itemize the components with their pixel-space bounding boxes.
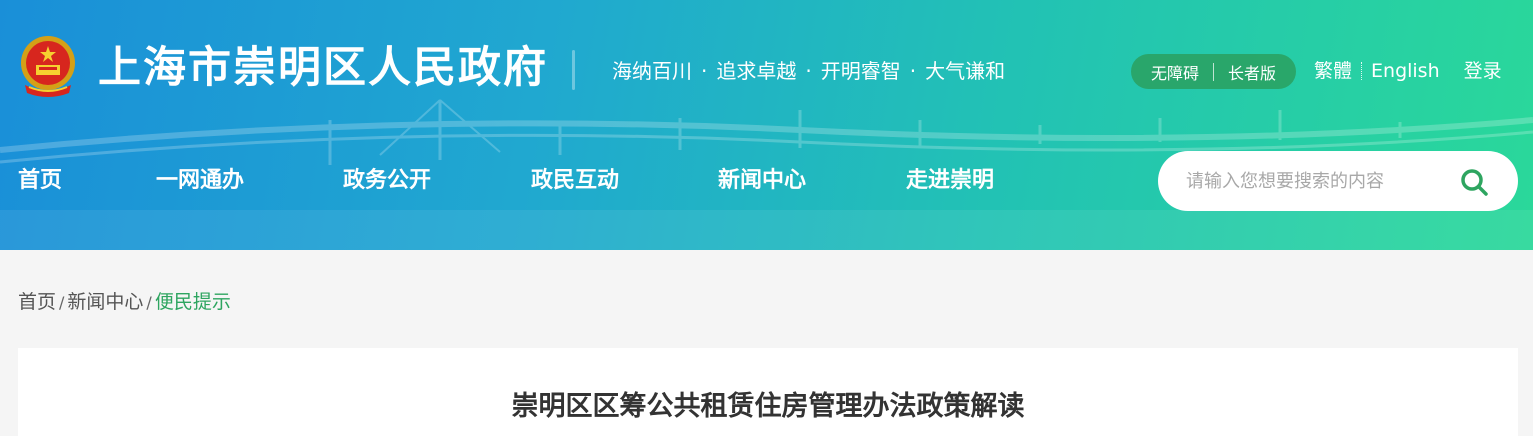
breadcrumb-separator: /	[59, 293, 65, 312]
breadcrumb-current[interactable]: 便民提示	[155, 291, 231, 313]
slogan-phrase: 追求卓越	[716, 59, 797, 83]
national-emblem-icon	[21, 36, 75, 97]
slogan: 海纳百川 · 追求卓越 · 开明睿智 · 大气谦和	[612, 57, 1005, 85]
elder-mode-link[interactable]: 长者版	[1228, 60, 1276, 84]
title-divider	[572, 50, 575, 90]
nav-item-home[interactable]: 首页	[18, 165, 156, 197]
slogan-phrase: 大气谦和	[925, 59, 1006, 83]
login-link[interactable]: 登录	[1464, 58, 1502, 84]
article-card: 崇明区区筹公共租赁住房管理办法政策解读	[18, 348, 1518, 436]
english-link[interactable]: English	[1371, 58, 1440, 84]
nav-item-government-affairs[interactable]: 政务公开	[343, 165, 531, 197]
nav-item-one-stop-service[interactable]: 一网通办	[156, 165, 343, 197]
search-input[interactable]	[1186, 168, 1446, 194]
nav-item-about-chongming[interactable]: 走进崇明	[906, 165, 994, 197]
link-divider	[1361, 62, 1363, 80]
article-title: 崇明区区筹公共租赁住房管理办法政策解读	[511, 391, 1025, 422]
accessibility-link[interactable]: 无障碍	[1151, 60, 1199, 84]
main-nav: 首页 一网通办 政务公开 政民互动 新闻中心 走进崇明	[18, 165, 994, 197]
search-icon[interactable]	[1458, 166, 1490, 198]
pill-divider	[1213, 62, 1214, 81]
accessibility-pill: 无障碍 长者版	[1131, 54, 1296, 89]
nav-item-interaction[interactable]: 政民互动	[531, 165, 718, 197]
slogan-phrase: 开明睿智	[820, 59, 901, 83]
nav-item-news-center[interactable]: 新闻中心	[718, 165, 906, 197]
site-title[interactable]: 上海市崇明区人民政府	[98, 40, 548, 96]
breadcrumb-item-home[interactable]: 首页	[18, 291, 56, 313]
breadcrumb-separator: /	[146, 293, 152, 312]
slogan-dot: ·	[909, 59, 917, 83]
slogan-dot: ·	[805, 59, 812, 83]
site-header: 上海市崇明区人民政府 海纳百川 · 追求卓越 · 开明睿智 · 大气谦和 无障碍 长者版 繁…	[0, 0, 1533, 250]
search-box	[1158, 151, 1518, 211]
bridge-background-image	[0, 99, 1533, 250]
top-links: 繁體 English 登录	[1314, 58, 1502, 84]
traditional-chinese-link[interactable]: 繁體	[1314, 58, 1352, 84]
breadcrumb: 首页 / 新闻中心 / 便民提示	[18, 289, 231, 316]
slogan-phrase: 海纳百川	[612, 59, 692, 83]
slogan-dot: ·	[701, 59, 708, 83]
breadcrumb-item-news[interactable]: 新闻中心	[67, 291, 143, 313]
